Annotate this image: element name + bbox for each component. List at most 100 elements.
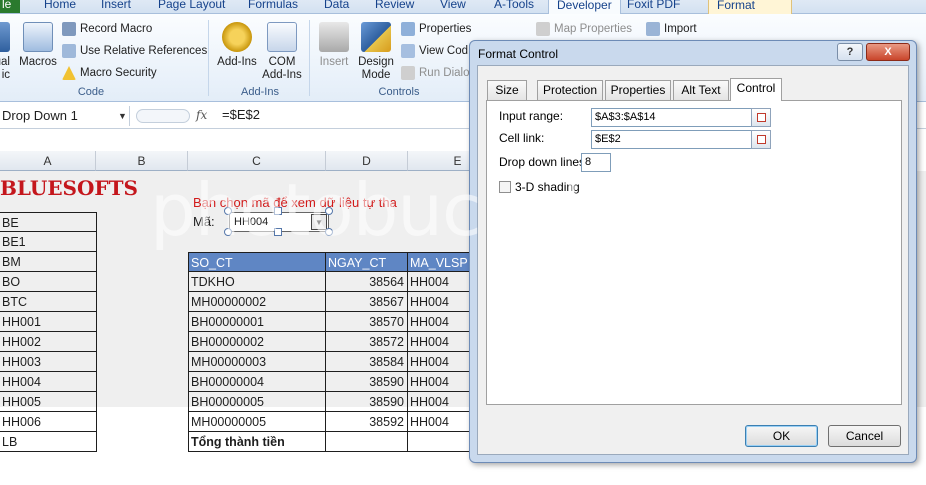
collapse-dialog-icon[interactable] <box>751 130 771 149</box>
cell-link-label: Cell link: <box>499 131 545 145</box>
table-cell[interactable]: BH00000005 <box>188 392 326 412</box>
table-cell[interactable]: TDKHO <box>188 272 326 292</box>
import-label: Import <box>664 23 697 35</box>
table-cell[interactable]: HH004 <box>408 312 470 332</box>
view-code-button[interactable]: View Cod <box>401 44 468 58</box>
column-a-cell[interactable]: BO <box>0 272 97 292</box>
tab-home[interactable]: Home <box>44 0 76 11</box>
tab-page-layout[interactable]: Page Layout <box>158 0 225 11</box>
group-label-code: Code <box>77 86 105 98</box>
insert-control-button[interactable]: Insert <box>314 22 354 69</box>
table-cell[interactable]: HH004 <box>408 392 470 412</box>
table-cell[interactable]: HH004 <box>408 352 470 372</box>
table-cell[interactable]: 38590 <box>326 392 408 412</box>
visual-basic-button[interactable]: ual ic <box>0 22 14 82</box>
column-header-a[interactable]: A <box>0 151 96 171</box>
table-cell[interactable]: HH004 <box>408 292 470 312</box>
excel-window: { "ribbon_tabs": { "file": "le", "home":… <box>0 0 926 485</box>
tab-file[interactable]: le <box>0 0 20 13</box>
table-cell[interactable]: 38567 <box>326 292 408 312</box>
tab-format[interactable]: Format <box>708 0 792 14</box>
tab-size[interactable]: Size <box>487 80 527 100</box>
column-header-d[interactable]: D <box>326 151 408 171</box>
tab-insert[interactable]: Insert <box>101 0 131 11</box>
input-range-field[interactable]: $A$3:$A$14 <box>591 108 753 127</box>
table-cell[interactable]: MH00000003 <box>188 352 326 372</box>
tab-protection[interactable]: Protection <box>537 80 603 100</box>
column-a-cell[interactable]: BE <box>0 212 97 232</box>
help-button[interactable]: ? <box>837 43 863 61</box>
tab-data[interactable]: Data <box>324 0 349 11</box>
column-header-c[interactable]: C <box>188 151 326 171</box>
column-a-cell[interactable]: HH002 <box>0 332 97 352</box>
design-mode-button[interactable]: Design Mode <box>355 22 397 82</box>
close-button[interactable]: X <box>866 43 910 61</box>
3d-shading-checkbox[interactable] <box>499 181 511 193</box>
tab-foxit[interactable]: Foxit PDF <box>627 0 680 11</box>
com-add-ins-button[interactable]: COM Add-Ins <box>260 22 304 82</box>
column-a-cell[interactable]: BE1 <box>0 232 97 252</box>
formula-input[interactable]: =$E$2 <box>222 107 260 122</box>
resize-handle[interactable] <box>274 228 282 236</box>
column-a-cell[interactable]: HH006 <box>0 412 97 432</box>
cancel-button[interactable]: Cancel <box>828 425 901 447</box>
table-cell[interactable]: HH004 <box>408 412 470 432</box>
instruction-text: Bạn chọn mã để xem dữ liệu tự tha <box>193 195 397 210</box>
tab-review[interactable]: Review <box>375 0 414 11</box>
tab-atools[interactable]: A-Tools <box>494 0 534 11</box>
column-a-cell[interactable]: LB <box>0 432 97 452</box>
column-header-b[interactable]: B <box>96 151 188 171</box>
run-dialog-icon <box>401 66 415 80</box>
column-a-cell[interactable]: HH005 <box>0 392 97 412</box>
tab-formulas[interactable]: Formulas <box>248 0 298 11</box>
tab-view[interactable]: View <box>440 0 466 11</box>
column-a-cell[interactable]: HH004 <box>0 372 97 392</box>
resize-handle[interactable] <box>224 228 232 236</box>
table-cell[interactable]: MH00000002 <box>188 292 326 312</box>
use-relative-references-button[interactable]: Use Relative References <box>62 44 207 58</box>
import-button[interactable]: Import <box>646 22 697 36</box>
macro-security-button[interactable]: Macro Security <box>62 66 157 80</box>
table-cell[interactable]: BH00000001 <box>188 312 326 332</box>
table-cell[interactable]: HH004 <box>408 332 470 352</box>
collapse-dialog-icon[interactable] <box>751 108 771 127</box>
table-cell[interactable]: HH004 <box>408 272 470 292</box>
drop-down-lines-field[interactable]: 8 <box>581 153 611 172</box>
table-cell[interactable]: 38564 <box>326 272 408 292</box>
column-a-cell[interactable]: HH003 <box>0 352 97 372</box>
tab-control[interactable]: Control <box>730 78 782 101</box>
column-a-cell[interactable]: BM <box>0 252 97 272</box>
table-cell[interactable]: BH00000002 <box>188 332 326 352</box>
map-properties-button[interactable]: Map Properties <box>536 22 632 36</box>
table-cell[interactable]: BH00000004 <box>188 372 326 392</box>
group-label-addins: Add-Ins <box>241 86 279 98</box>
visual-basic-label: ual ic <box>0 56 10 81</box>
run-dialog-button[interactable]: Run Dialo <box>401 66 470 80</box>
record-macro-button[interactable]: Record Macro <box>62 22 152 36</box>
tab-alt-text[interactable]: Alt Text <box>673 80 729 100</box>
chevron-down-icon[interactable]: ▼ <box>311 214 327 230</box>
tab-developer[interactable]: Developer <box>548 0 621 14</box>
name-box[interactable]: Drop Down 1 <box>0 106 130 126</box>
resize-handle[interactable] <box>274 207 282 215</box>
cell-link-field[interactable]: $E$2 <box>591 130 753 149</box>
properties-button[interactable]: Properties <box>401 22 471 36</box>
table-cell[interactable]: 38584 <box>326 352 408 372</box>
table-cell[interactable]: 38590 <box>326 372 408 392</box>
chevron-down-icon[interactable]: ▼ <box>118 111 127 121</box>
column-a-cell[interactable]: HH001 <box>0 312 97 332</box>
resize-handle[interactable] <box>325 207 333 215</box>
ok-button[interactable]: OK <box>745 425 818 447</box>
resize-handle[interactable] <box>325 228 333 236</box>
tab-properties[interactable]: Properties <box>605 80 671 100</box>
table-cell[interactable]: HH004 <box>408 372 470 392</box>
column-a-cell[interactable]: BTC <box>0 292 97 312</box>
add-ins-button[interactable]: Add-Ins <box>214 22 260 69</box>
table-cell[interactable]: MH00000005 <box>188 412 326 432</box>
resize-handle[interactable] <box>224 207 232 215</box>
table-cell[interactable]: 38572 <box>326 332 408 352</box>
table-cell[interactable]: 38570 <box>326 312 408 332</box>
macros-button[interactable]: Macros <box>16 22 60 69</box>
insert-function-icon[interactable]: fx <box>196 108 207 122</box>
table-cell[interactable]: 38592 <box>326 412 408 432</box>
